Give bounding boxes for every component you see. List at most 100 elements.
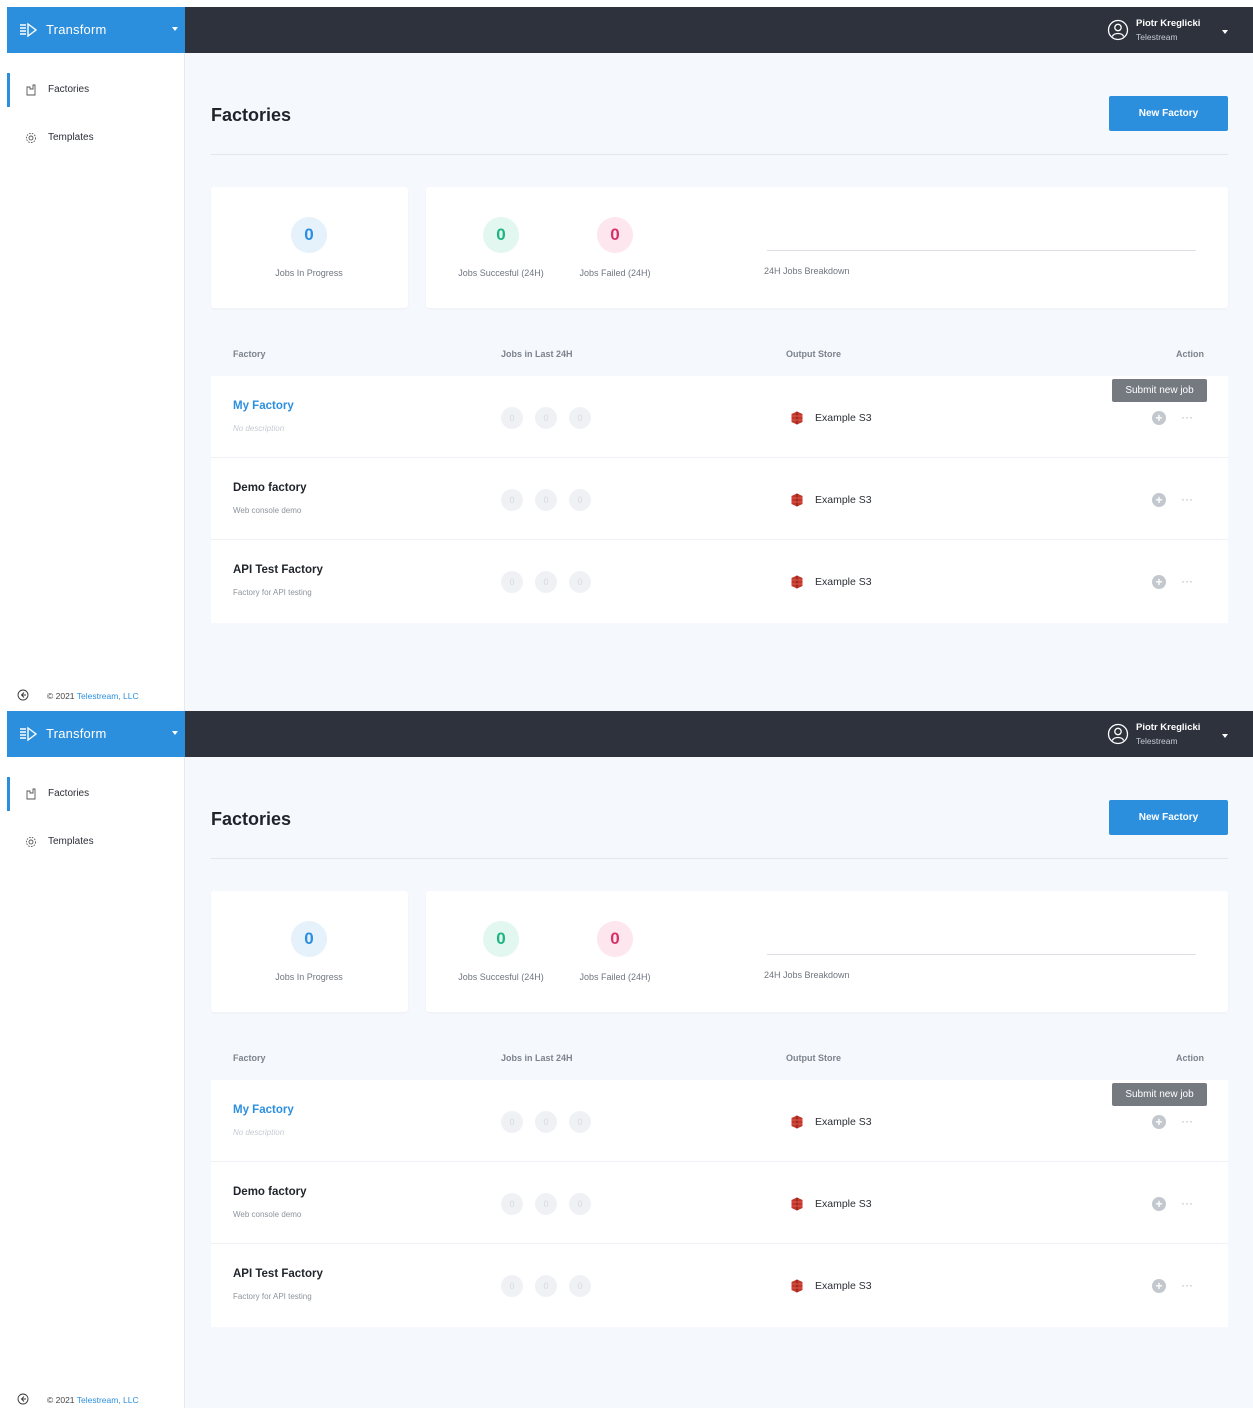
factory-description: No description — [233, 1128, 285, 1137]
breakdown-label: 24H Jobs Breakdown — [764, 266, 850, 276]
stat-label: Jobs Failed (24H) — [579, 972, 651, 982]
s3-bucket-icon — [791, 1115, 803, 1129]
company-link[interactable]: Telestream, LLC — [77, 691, 139, 701]
column-header-store: Output Store — [786, 349, 841, 359]
submit-job-button[interactable]: + — [1152, 1279, 1166, 1293]
sidebar-item-label: Factories — [48, 788, 90, 799]
stat-in-progress: 0 Jobs In Progress — [249, 921, 369, 982]
user-name: Piotr Kreglicki — [1136, 18, 1201, 29]
submit-job-button[interactable]: + — [1152, 493, 1166, 507]
stat-value: 0 — [291, 921, 327, 957]
user-org: Telestream — [1136, 32, 1178, 42]
column-header-jobs: Jobs in Last 24H — [501, 349, 573, 359]
divider — [211, 154, 1228, 155]
factory-description: Web console demo — [233, 506, 302, 515]
more-actions-button[interactable]: ··· — [1181, 1278, 1193, 1292]
column-header-jobs: Jobs in Last 24H — [501, 1053, 573, 1063]
sidebar-item-label: Templates — [48, 132, 94, 143]
column-header-store: Output Store — [786, 1053, 841, 1063]
job-count-badge: 0 — [501, 407, 523, 429]
breakdown-label: 24H Jobs Breakdown — [764, 970, 850, 980]
job-count-badge: 0 — [569, 571, 591, 593]
more-actions-button[interactable]: ··· — [1181, 1114, 1193, 1128]
output-store-name: Example S3 — [815, 1198, 872, 1210]
stat-value: 0 — [291, 217, 327, 253]
user-avatar-icon — [1107, 723, 1129, 745]
job-count-badge: 0 — [569, 489, 591, 511]
job-count-badge: 0 — [569, 1193, 591, 1215]
column-header-factory: Factory — [233, 1053, 266, 1063]
factory-name-link[interactable]: My Factory — [233, 400, 294, 412]
table-row: API Test Factory Factory for API testing… — [211, 1244, 1228, 1326]
job-count-badge: 0 — [535, 489, 557, 511]
sidebar-item-label: Factories — [48, 84, 90, 95]
factory-description: Web console demo — [233, 1210, 302, 1219]
s3-bucket-icon — [791, 575, 803, 589]
sidebar: Factories Templates © 2021 Telestream, L… — [7, 757, 185, 1408]
stat-succeeded: 0 Jobs Succesful (24H) — [441, 921, 561, 982]
app-name: Transform — [46, 726, 107, 741]
more-actions-button[interactable]: ··· — [1181, 410, 1193, 424]
user-menu[interactable]: Piotr Kreglicki Telestream — [1103, 7, 1253, 53]
chevron-down-icon — [172, 731, 178, 735]
app-switcher[interactable]: Transform — [7, 7, 185, 53]
output-store-name: Example S3 — [815, 412, 872, 424]
user-menu[interactable]: Piotr Kreglicki Telestream — [1103, 711, 1253, 757]
stat-label: Jobs Failed (24H) — [579, 268, 651, 278]
factories-table: My Factory No description 0 0 0 Example … — [211, 376, 1228, 623]
copyright-text: © 2021 Telestream, LLC — [47, 1395, 139, 1405]
s3-bucket-icon — [791, 1197, 803, 1211]
page-title: Factories — [211, 105, 292, 125]
factory-description: Factory for API testing — [233, 588, 312, 597]
s3-bucket-icon — [791, 411, 803, 425]
submit-job-button[interactable]: + — [1152, 411, 1166, 425]
factory-icon — [26, 788, 36, 800]
submit-job-button[interactable]: + — [1152, 1115, 1166, 1129]
sidebar-item-factories[interactable]: Factories — [7, 73, 185, 107]
factory-name-link[interactable]: Demo factory — [233, 1186, 307, 1198]
factory-name-link[interactable]: API Test Factory — [233, 564, 323, 576]
app-switcher[interactable]: Transform — [7, 711, 185, 757]
job-count-badge: 0 — [501, 1275, 523, 1297]
company-link[interactable]: Telestream, LLC — [77, 1395, 139, 1405]
submit-job-button[interactable]: + — [1152, 1197, 1166, 1211]
new-factory-button[interactable]: New Factory — [1109, 800, 1228, 835]
sidebar: Factories Templates © 2021 Telestream, L… — [7, 53, 185, 711]
copyright-year: © 2021 — [47, 691, 75, 701]
sidebar-item-templates[interactable]: Templates — [7, 825, 185, 859]
stat-in-progress: 0 Jobs In Progress — [249, 217, 369, 278]
more-actions-button[interactable]: ··· — [1181, 574, 1193, 588]
new-factory-button[interactable]: New Factory — [1109, 96, 1228, 131]
collapse-sidebar-icon[interactable] — [17, 1393, 29, 1405]
stat-card-in-progress: 0 Jobs In Progress — [211, 187, 408, 308]
sidebar-item-templates[interactable]: Templates — [7, 121, 185, 155]
submit-job-button[interactable]: + — [1152, 575, 1166, 589]
stat-failed: 0 Jobs Failed (24H) — [555, 921, 675, 982]
transform-logo-icon — [20, 726, 37, 742]
table-row: API Test Factory Factory for API testing… — [211, 540, 1228, 622]
user-org: Telestream — [1136, 736, 1178, 746]
factory-name-link[interactable]: API Test Factory — [233, 1268, 323, 1280]
stat-card-24h: 0 Jobs Succesful (24H) 0 Jobs Failed (24… — [426, 891, 1228, 1012]
app-screen-top: Transform Piotr Kreglicki Telestream Fac… — [7, 7, 1253, 711]
factory-name-link[interactable]: My Factory — [233, 1104, 294, 1116]
app-screen-bottom: Transform Piotr Kreglicki Telestream Fac… — [7, 711, 1253, 1408]
collapse-sidebar-icon[interactable] — [17, 689, 29, 701]
page-title: Factories — [211, 809, 292, 829]
factory-name-link[interactable]: Demo factory — [233, 482, 307, 494]
chevron-down-icon — [1222, 734, 1228, 738]
s3-bucket-icon — [791, 1279, 803, 1293]
job-count-badge: 0 — [535, 571, 557, 593]
job-count-badge: 0 — [535, 407, 557, 429]
more-actions-button[interactable]: ··· — [1181, 492, 1193, 506]
breakdown-bar — [767, 250, 1196, 251]
output-store-name: Example S3 — [815, 1116, 872, 1128]
job-count-badge: 0 — [569, 1275, 591, 1297]
stat-card-in-progress: 0 Jobs In Progress — [211, 891, 408, 1012]
submit-job-tooltip: Submit new job — [1112, 1083, 1207, 1106]
sidebar-item-factories[interactable]: Factories — [7, 777, 185, 811]
stat-value: 0 — [483, 217, 519, 253]
more-actions-button[interactable]: ··· — [1181, 1196, 1193, 1210]
sidebar-item-label: Templates — [48, 836, 94, 847]
job-count-badge: 0 — [535, 1193, 557, 1215]
